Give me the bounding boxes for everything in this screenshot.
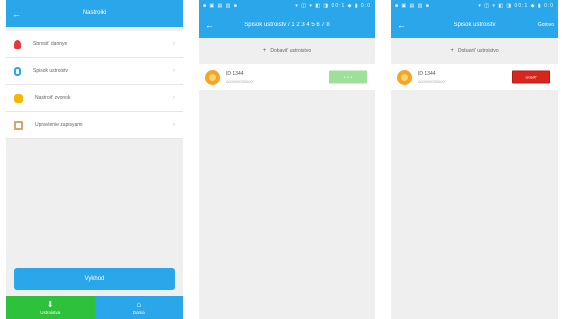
page-title: Spisok ustroistv [453, 22, 496, 28]
bottom-tab-bar: ⬇ Ustroistva ⌂ Doma [6, 296, 183, 319]
device-name: ID 1344 [418, 70, 436, 77]
menu-item-label: Nastroit' zvonok [35, 95, 71, 101]
delete-device-button[interactable]: Udalit' [512, 70, 550, 84]
status-icons-left: ■ ▣ ▤ ▥ ■ [395, 3, 430, 9]
add-device-label: Dobavit' ustroistvo [270, 48, 312, 54]
menu-item-label: Spisok ustroistv [33, 68, 69, 74]
add-device-label: Dobavit' ustroistvo [457, 48, 499, 54]
chevron-right-icon: › [173, 122, 175, 128]
device-list-edit-screen: ■ ▣ ▤ ▥ ■ ▾ ◫ ▾ ◧ ◨ 00:1 ◆ ▮ 0:0 ← Spiso… [391, 0, 558, 319]
watch-icon [14, 66, 21, 76]
tab-home[interactable]: ⌂ Doma [94, 296, 183, 319]
header-bar: ← Nastroiki [6, 0, 183, 27]
plus-icon: + [262, 48, 267, 54]
home-icon: ⌂ [136, 300, 142, 309]
person-icon [14, 39, 21, 49]
arrow-left-icon[interactable]: ← [397, 20, 406, 30]
chevron-right-icon: › [173, 68, 175, 74]
device-action-button[interactable]: + + + [329, 70, 367, 84]
bell-icon [14, 93, 23, 103]
plus-icon: + [450, 48, 454, 54]
arrow-left-icon[interactable]: ← [205, 20, 214, 30]
status-bar: ■ ▣ ▤ ▥ ■ ▾ ◫ ▾ ◧ ◨ 00:1 ◆ ▮ 0:0 [199, 0, 375, 12]
title-bar: ← Spisok ustroistv Gotovo [391, 12, 558, 38]
device-row[interactable]: ID 1344 000000000000 Udalit' [391, 64, 558, 90]
box-icon [14, 120, 23, 130]
tab-devices[interactable]: ⬇ Ustroistva [6, 296, 95, 319]
chevron-right-icon: › [173, 41, 175, 47]
settings-screen: ← Nastroiki Sbrosit' dannye › Spisok ust… [6, 0, 183, 319]
page-title: Nastroiki [82, 10, 107, 16]
device-id: 000000000000 [418, 78, 445, 84]
header-bar: ■ ▣ ▤ ▥ ■ ▾ ◫ ▾ ◧ ◨ 00:1 ◆ ▮ 0:0 ← Spiso… [199, 0, 375, 38]
tab-label: Ustroistva [40, 310, 61, 315]
menu-item-label: Sbrosit' dannye [33, 41, 68, 47]
done-button[interactable]: Gotovo [538, 22, 554, 28]
status-icons-left: ■ ▣ ▤ ▥ ■ [203, 3, 238, 9]
add-device-button[interactable]: + Dobavit' ustroistvo [391, 38, 558, 64]
chevron-right-icon: › [173, 95, 175, 101]
status-bar: ■ ▣ ▤ ▥ ■ ▾ ◫ ▾ ◧ ◨ 00:1 ◆ ▮ 0:0 [391, 0, 558, 12]
menu-item-device-list[interactable]: Spisok ustroistv › [6, 58, 183, 85]
menu-item-reset-data[interactable]: Sbrosit' dannye › [6, 31, 183, 58]
settings-menu: Sbrosit' dannye › Spisok ustroistv › Nas… [6, 31, 183, 139]
avatar [205, 69, 220, 85]
arrow-left-icon[interactable]: ← [12, 9, 21, 19]
add-device-button[interactable]: + Dobavit' ustroistvo [199, 38, 375, 64]
header-bar: ■ ▣ ▤ ▥ ■ ▾ ◫ ▾ ◧ ◨ 00:1 ◆ ▮ 0:0 ← Spiso… [391, 0, 558, 38]
tab-label: Doma [132, 310, 145, 315]
download-icon: ⬇ [46, 300, 54, 309]
status-icons-right: ▾ ◫ ▾ ◧ ◨ 00:1 ◆ ▮ 0:0 [295, 3, 371, 9]
menu-item-records[interactable]: Upravlenie zapisyami › [6, 112, 183, 139]
menu-item-label: Upravlenie zapisyami [35, 122, 83, 128]
exit-button[interactable]: Vykhod [14, 268, 175, 290]
status-icons-right: ▾ ◫ ▾ ◧ ◨ 00:1 ◆ ▮ 0:0 [478, 3, 554, 9]
avatar [397, 69, 412, 85]
menu-item-ring-settings[interactable]: Nastroit' zvonok › [6, 85, 183, 112]
page-title: Spisok ustroistv / 1 2 3 4 5 6 7 8 [244, 22, 330, 28]
device-id: 000000000000 [226, 78, 253, 84]
title-bar: ← Spisok ustroistv / 1 2 3 4 5 6 7 8 [199, 12, 375, 38]
device-list-screen: ■ ▣ ▤ ▥ ■ ▾ ◫ ▾ ◧ ◨ 00:1 ◆ ▮ 0:0 ← Spiso… [199, 0, 375, 319]
device-name: ID 1344 [226, 70, 244, 77]
device-row[interactable]: ID 1344 000000000000 + + + [199, 64, 375, 90]
